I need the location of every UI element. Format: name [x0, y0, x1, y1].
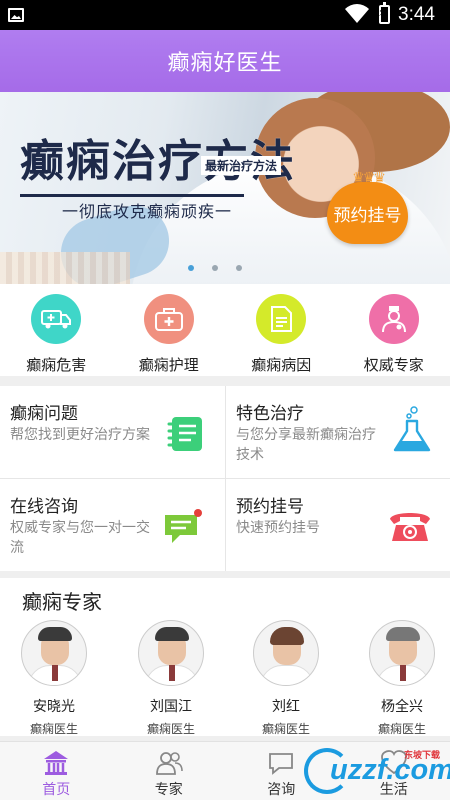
- doctor-avatar: [21, 620, 87, 686]
- feature-special-treatment[interactable]: 特色治疗 与您分享最新癫痫治疗技术: [226, 386, 450, 477]
- quick-item-label: 癫痫危害: [26, 356, 87, 374]
- first-aid-kit-icon: [143, 294, 194, 344]
- banner-book-button[interactable]: 预约挂号: [327, 182, 408, 244]
- grid-divider: [0, 478, 450, 479]
- banner-divider: [20, 194, 244, 197]
- doctor-card[interactable]: 刘国江 癫痫医生: [121, 620, 221, 737]
- wifi-icon: [345, 4, 369, 24]
- carousel-dot[interactable]: [188, 265, 194, 271]
- doctor-avatar: [369, 620, 435, 686]
- home-icon: [44, 751, 69, 775]
- quick-menu: 癫痫危害 癫痫护理 癫痫病因 权威专家: [0, 284, 450, 376]
- battery-icon: [378, 2, 390, 24]
- banner-subtitle: 一彻底攻克癫痫顽疾一: [62, 202, 233, 221]
- feature-description: 权威专家与您一对一交流: [10, 520, 150, 556]
- image-notification-icon: [8, 8, 24, 22]
- quick-item-label: 癫痫护理: [138, 356, 199, 374]
- carousel-dot[interactable]: [212, 265, 218, 271]
- carousel-dot[interactable]: [236, 265, 242, 271]
- feature-description: 与您分享最新癫痫治疗技术: [236, 427, 376, 463]
- tab-label: 首页: [42, 782, 71, 798]
- tab-experts[interactable]: 专家: [113, 742, 226, 800]
- feature-online-consult[interactable]: 在线咨询 权威专家与您一对一交流: [0, 479, 224, 570]
- tab-label: 咨询: [267, 782, 296, 798]
- consult-icon: [269, 753, 294, 775]
- quick-item-causes[interactable]: 癫痫病因: [225, 284, 338, 376]
- notebook-icon: [167, 417, 202, 451]
- doctor-icon: [368, 294, 419, 344]
- feature-epilepsy-questions[interactable]: 癫痫问题 帮您找到更好治疗方案: [0, 386, 224, 477]
- doctor-avatar: [253, 620, 319, 686]
- tab-label: 专家: [154, 782, 183, 798]
- tab-home[interactable]: 首页: [0, 742, 113, 800]
- quick-item-hazards[interactable]: 癫痫危害: [0, 284, 113, 376]
- banner-tag: 最新治疗方法: [201, 156, 282, 175]
- experts-section: 癫痫专家 安晓光 癫痫医生 刘国江 癫痫医生 刘红 癫痫医生 杨全兴 癫痫医生: [0, 578, 450, 736]
- carousel-indicator: [188, 265, 242, 271]
- feature-description: 快速预约挂号: [236, 520, 320, 536]
- feature-title: 在线咨询: [10, 497, 78, 517]
- doctor-avatar: [138, 620, 204, 686]
- banner-photo-tubes: [0, 252, 130, 284]
- quick-item-care[interactable]: 癫痫护理: [113, 284, 226, 376]
- app-title: 癫痫好医生: [167, 51, 283, 76]
- doctor-role: 癫痫医生: [29, 722, 78, 736]
- banner-book-label: 预约挂号: [333, 205, 402, 226]
- section-title: 癫痫专家: [22, 590, 102, 614]
- doctor-card[interactable]: 刘红 癫痫医生: [236, 620, 336, 737]
- ambulance-icon: [31, 294, 82, 344]
- doctor-role: 癫痫医生: [146, 722, 195, 736]
- feature-title: 特色治疗: [236, 404, 304, 424]
- doctor-card[interactable]: 安晓光 癫痫医生: [4, 620, 104, 737]
- app-header: 癫痫好医生: [0, 30, 450, 92]
- doctor-name: 刘红: [272, 699, 300, 715]
- feature-appointment[interactable]: 预约挂号 快速预约挂号: [226, 479, 450, 570]
- status-bar: 3:44: [0, 0, 450, 30]
- flask-icon: [393, 406, 431, 452]
- promo-banner[interactable]: 癫痫治疗方法 最新治疗方法 一彻底攻克癫痫顽疾一 ♛♛♛ 预约挂号: [0, 92, 450, 284]
- doctor-role: 癫痫医生: [261, 722, 310, 736]
- experts-icon: [155, 752, 183, 775]
- site-watermark: uzzf.com 东坡下载: [300, 744, 450, 800]
- feature-title: 癫痫问题: [10, 404, 78, 424]
- document-icon: [256, 294, 307, 344]
- watermark-caption: 东坡下载: [404, 751, 441, 761]
- quick-item-label: 权威专家: [363, 356, 424, 374]
- doctor-name: 安晓光: [33, 699, 75, 715]
- doctor-name: 杨全兴: [381, 699, 423, 715]
- quick-item-experts[interactable]: 权威专家: [338, 284, 450, 376]
- quick-item-label: 癫痫病因: [251, 356, 312, 374]
- clock: 3:44: [398, 4, 435, 25]
- feature-title: 预约挂号: [236, 497, 304, 517]
- doctor-card[interactable]: 杨全兴 癫痫医生: [352, 620, 450, 737]
- chat-icon: [165, 509, 202, 543]
- telephone-icon: [390, 513, 430, 541]
- doctor-name: 刘国江: [150, 699, 192, 715]
- doctor-role: 癫痫医生: [377, 722, 426, 736]
- feature-description: 帮您找到更好治疗方案: [10, 427, 150, 443]
